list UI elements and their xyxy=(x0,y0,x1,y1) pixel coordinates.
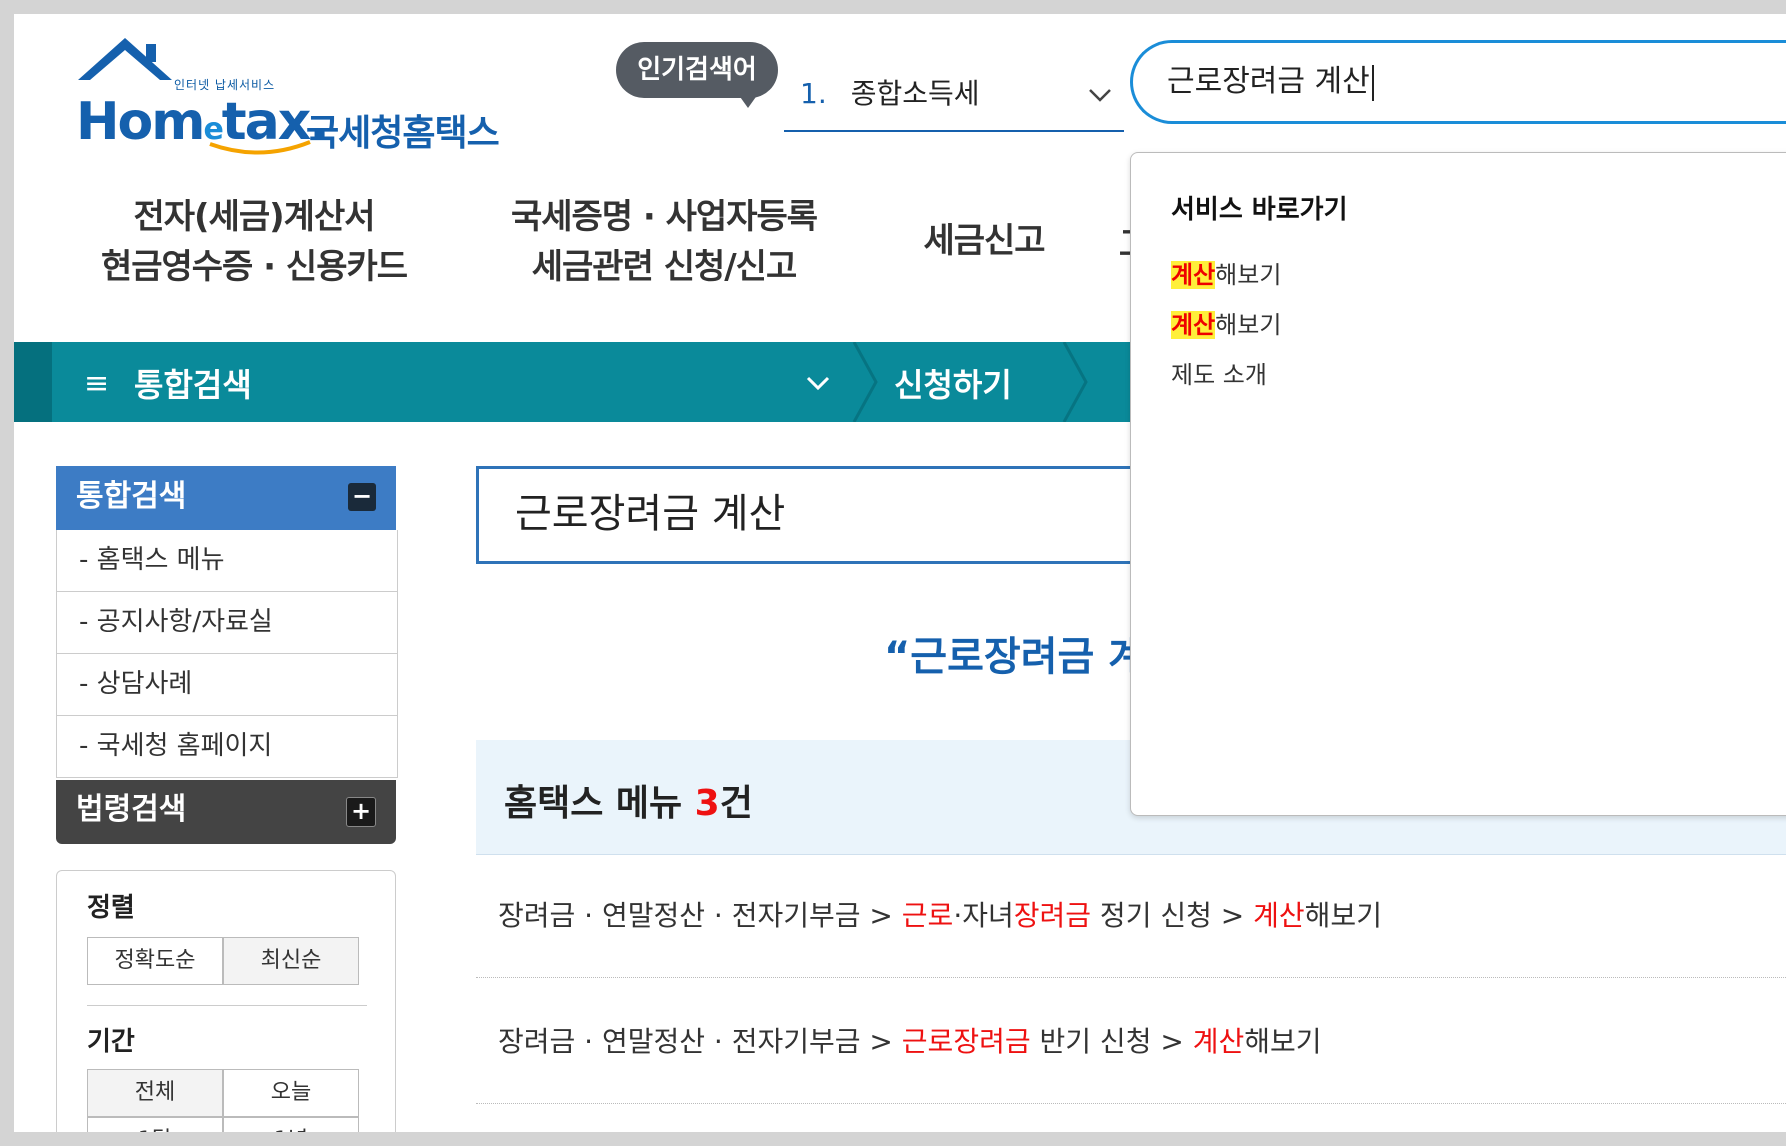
popular-search-badge: 인기검색어 xyxy=(616,42,778,108)
period-all-button[interactable]: 전체 xyxy=(87,1069,223,1117)
nav-item-certificates[interactable]: 국세증명 · 사업자등록 세금관련 신청/신고 xyxy=(494,192,834,292)
period-month-button[interactable]: 1달 xyxy=(87,1117,223,1132)
logo-subtitle: 인터넷 납세서비스 xyxy=(174,78,276,92)
breadcrumb-separator-icon xyxy=(852,342,878,422)
sort-title: 정렬 xyxy=(87,893,135,923)
chevron-down-icon[interactable] xyxy=(804,366,832,405)
filter-panel: 정렬 정확도순 최신순 기간 전체 오늘 1달 1년 xyxy=(56,870,396,1132)
hometax-logo[interactable]: 인터넷 납세서비스 Hometax. 국세청홈택스 xyxy=(60,36,500,156)
period-title: 기간 xyxy=(87,1027,135,1057)
filter-divider xyxy=(87,1005,367,1006)
breadcrumb-separator-icon xyxy=(1062,342,1088,422)
sidebar-item-notices[interactable]: - 공지사항/자료실 xyxy=(57,592,397,654)
nav-item-tax-filing[interactable]: 세금신고 xyxy=(894,216,1074,266)
hamburger-menu-icon[interactable]: ≡ xyxy=(84,366,109,401)
breadcrumb-bar-edge xyxy=(14,342,52,422)
sidebar-list: - 홈택스 메뉴 - 공지사항/자료실 - 상담사례 - 국세청 홈페이지 xyxy=(56,530,398,778)
dropdown-item[interactable]: 제도 소개 xyxy=(1171,355,1267,390)
popular-rank: 1. xyxy=(800,77,827,110)
sidebar-head-law-search[interactable]: 법령검색 + xyxy=(56,780,396,844)
expand-plus-icon[interactable]: + xyxy=(346,797,376,827)
breadcrumb-title[interactable]: 통합검색 xyxy=(134,360,252,406)
collapse-minus-icon[interactable]: − xyxy=(348,483,376,511)
logo-korean-name: 국세청홈택스 xyxy=(306,113,500,154)
result-row[interactable]: 장려금 · 연말정산 · 전자기부금 > 근로장려금 반기 신청 > 계산해보기 xyxy=(476,980,1786,1104)
period-today-button[interactable]: 오늘 xyxy=(223,1069,359,1117)
sidebar-head-integrated-search[interactable]: 통합검색 − xyxy=(56,466,396,530)
sort-latest-button[interactable]: 최신순 xyxy=(223,937,359,985)
result-count: 3 xyxy=(694,783,720,824)
popular-search-select[interactable]: 1. 종합소득세 xyxy=(784,66,1124,132)
text-caret xyxy=(1371,64,1374,101)
search-input[interactable]: 근로장려금 계산 xyxy=(1130,40,1786,124)
chevron-down-icon xyxy=(1086,66,1114,142)
result-row[interactable]: 장려금 · 연말정산 · 전자기부금 > 근로·자녀장려금 정기 신청 > 계산… xyxy=(476,854,1786,978)
breadcrumb-apply[interactable]: 신청하기 xyxy=(894,360,1012,406)
page: 인터넷 납세서비스 Hometax. 국세청홈택스 인기검색어 1. 종합소득세 … xyxy=(14,14,1786,1132)
dropdown-item[interactable]: 계산해보기 xyxy=(1171,255,1281,290)
sidebar-item-consultations[interactable]: - 상담사례 xyxy=(57,654,397,716)
sidebar-item-hometax-menu[interactable]: - 홈택스 메뉴 xyxy=(57,530,397,592)
autocomplete-dropdown: 서비스 바로가기 계산해보기 계산해보기 제도 소개 xyxy=(1130,152,1786,816)
main-search-input[interactable]: 근로장려금 계산 xyxy=(476,466,1176,564)
period-year-button[interactable]: 1년 xyxy=(223,1117,359,1132)
sort-accuracy-button[interactable]: 정확도순 xyxy=(87,937,223,985)
logo-swoosh-icon xyxy=(209,140,311,155)
result-section-label: 홈택스 메뉴 3건 xyxy=(504,783,753,824)
dropdown-item[interactable]: 계산해보기 xyxy=(1171,305,1281,340)
sidebar-item-nts-homepage[interactable]: - 국세청 홈페이지 xyxy=(57,716,397,778)
nav-item-e-invoice[interactable]: 전자(세금)계산서 현금영수증 · 신용카드 xyxy=(94,192,414,292)
popular-term: 종합소득세 xyxy=(850,77,980,110)
house-roof-icon xyxy=(78,38,172,80)
dropdown-title: 서비스 바로가기 xyxy=(1171,195,1348,225)
